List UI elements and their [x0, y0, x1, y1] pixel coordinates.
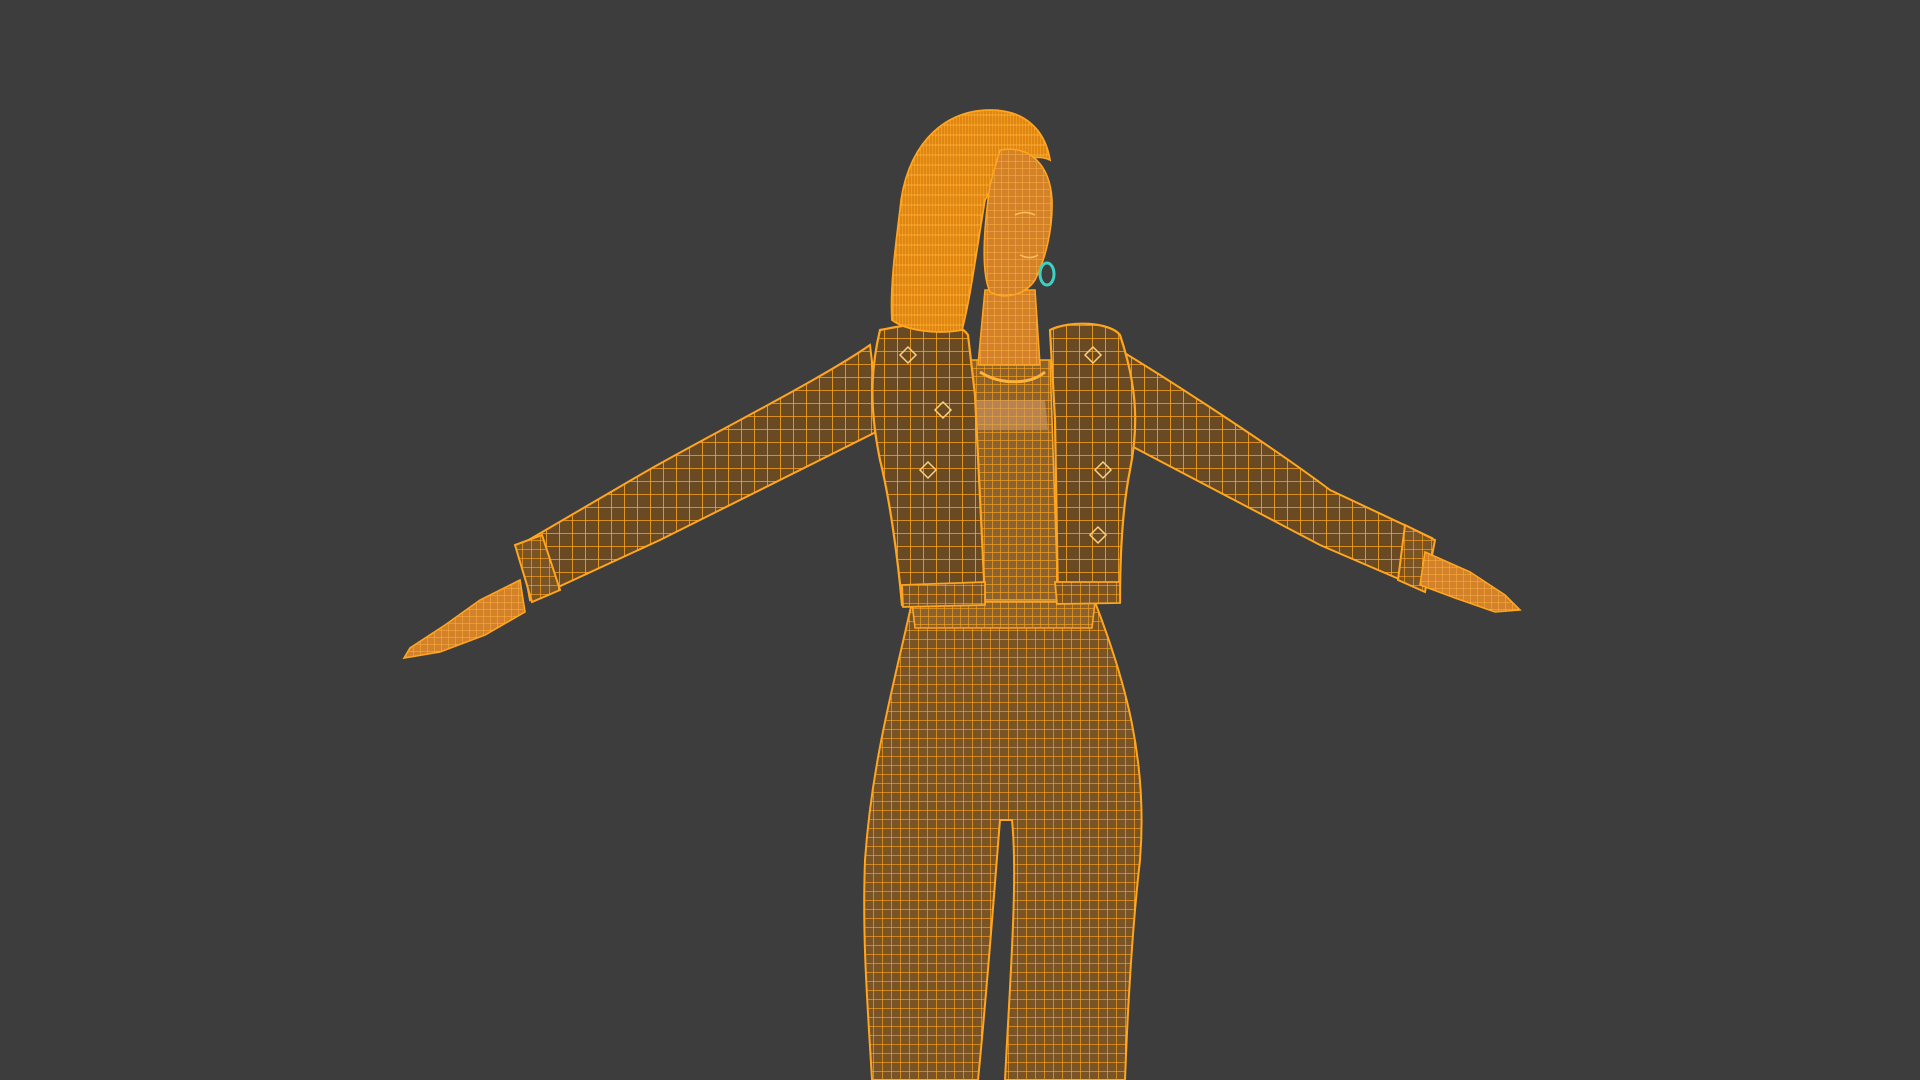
left-arm-mesh[interactable] — [402, 343, 882, 660]
3d-viewport[interactable] — [0, 0, 1920, 1080]
pants-mesh[interactable] — [863, 601, 1143, 1080]
right-arm-mesh[interactable] — [1083, 327, 1522, 613]
head-mesh[interactable] — [983, 148, 1053, 297]
viewport-canvas[interactable] — [0, 0, 1920, 1080]
earring-mesh[interactable] — [1038, 261, 1056, 287]
